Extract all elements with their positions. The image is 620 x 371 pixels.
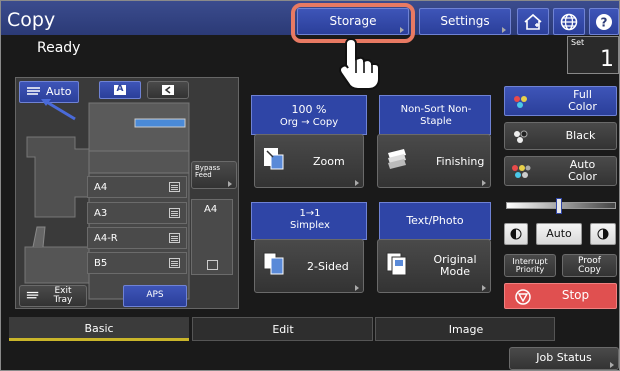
page-title: Copy [7,9,56,31]
lighter-button[interactable] [504,223,528,245]
original-mode-button[interactable]: Original Mode [377,239,491,293]
density-handle[interactable] [556,198,562,214]
help-icon[interactable]: ? [589,8,619,35]
ratio-display: 100 % Org → Copy [251,95,367,135]
two-sided-button[interactable]: 2-Sided [254,239,364,293]
auto-color-dots-icon [512,165,531,178]
tray-a4r[interactable]: A4-R [87,227,187,249]
tray-icon [207,260,218,270]
svg-text:?: ? [601,15,608,29]
finishing-button[interactable]: Finishing [377,134,491,188]
active-tab-indicator [9,338,189,341]
simplex-status: 1→1 Simplex [251,202,367,240]
tab-edit[interactable]: Edit [192,317,373,341]
tray-icon [169,233,180,243]
set-label: Set [571,38,585,47]
textphoto-status: Text/Photo [379,202,491,240]
auto-color-button[interactable]: Auto Color [504,156,617,186]
stop-icon [515,289,531,305]
interrupt-priority-button[interactable]: Interrupt Priority [504,254,556,277]
duplex-icon [263,252,284,275]
black-dots-icon [514,130,528,143]
tray-b5[interactable]: B5 [87,252,187,274]
tray-icon [169,208,180,218]
status-text: Ready [37,40,81,56]
copy-screen: Copy Storage Settings ? Ready Set 1 Auto… [0,0,620,371]
bypass-tray[interactable]: A4 [191,199,233,275]
set-value: 1 [600,47,614,72]
tray-icon [169,258,180,268]
tray-icon [169,182,180,192]
original-mode-icon [386,252,407,276]
job-status-button[interactable]: Job Status [509,347,619,370]
hand-pointer-icon [338,37,380,90]
sort-status: Non-Sort Non-Staple [379,95,491,135]
black-button[interactable]: Black [504,122,617,150]
copy-count-display: Set 1 [567,36,619,74]
zoom-button[interactable]: Zoom [254,134,364,188]
color-dots-icon [514,96,527,108]
tray-a4[interactable]: A4 [87,176,187,198]
rotate-icon [162,85,174,95]
zoom-icon [264,148,284,170]
auto-density-button[interactable]: Auto [536,223,582,245]
exit-tray-button[interactable]: Exit Tray [19,285,87,307]
darker-icon [597,228,609,240]
finishing-icon [388,149,406,169]
density-slider[interactable] [506,198,616,216]
exit-tray-icon [26,291,39,299]
lighter-icon [510,228,522,240]
stop-button[interactable]: Stop [504,283,617,309]
home-icon[interactable] [517,8,549,35]
storage-button[interactable]: Storage [297,8,409,35]
tab-basic[interactable]: Basic [9,317,189,341]
aps-button[interactable]: APS [123,285,187,307]
settings-button[interactable]: Settings [419,8,511,35]
full-color-button[interactable]: Full Color [504,86,617,116]
proof-copy-button[interactable]: Proof Copy [562,254,617,277]
darker-button[interactable] [590,223,616,245]
tray-a3[interactable]: A3 [87,202,187,224]
globe-icon[interactable] [553,8,585,35]
bypass-feed-button[interactable]: Bypass Feed [191,161,237,189]
tab-image[interactable]: Image [375,317,555,341]
